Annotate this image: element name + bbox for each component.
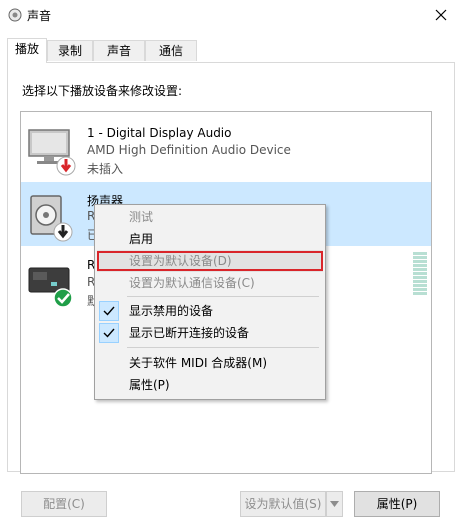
chevron-down-icon: [330, 500, 339, 507]
device-name: 1 - Digital Display Audio: [87, 126, 232, 140]
set-default-dropdown-button[interactable]: [326, 491, 343, 517]
monitor-icon: [28, 129, 76, 176]
tab-playback[interactable]: 播放: [7, 38, 47, 63]
disabled-badge-icon: [53, 222, 73, 242]
tab-communications[interactable]: 通信: [145, 40, 197, 61]
menu-item-set-default-comm-device[interactable]: 设置为默认通信设备(C): [97, 272, 323, 294]
menu-item-about-midi[interactable]: 关于软件 MIDI 合成器(M): [97, 352, 323, 374]
checkmark-icon: [99, 323, 119, 343]
menu-item-show-disabled-devices[interactable]: 显示禁用的设备: [97, 300, 323, 322]
menu-item-show-disconnected-devices[interactable]: 显示已断开连接的设备: [97, 322, 323, 344]
window-title: 声音: [27, 9, 52, 23]
menu-item-enable[interactable]: 启用: [97, 228, 323, 250]
close-button[interactable]: [420, 0, 462, 30]
configure-button[interactable]: 配置(C): [21, 491, 107, 517]
volume-meter: [413, 252, 427, 296]
properties-button[interactable]: 属性(P): [354, 491, 440, 517]
device-item[interactable]: 1 - Digital Display Audio AMD High Defin…: [21, 116, 431, 180]
instruction-text: 选择以下播放设备来修改设置:: [22, 84, 183, 98]
title-bar: 声音: [0, 0, 462, 30]
highlight-annotation: [97, 251, 323, 271]
menu-item-properties[interactable]: 属性(P): [97, 374, 323, 396]
tab-recording[interactable]: 录制: [47, 40, 93, 61]
menu-separator: [127, 347, 319, 348]
device-status: 未插入: [87, 162, 124, 176]
checkmark-icon: [99, 301, 119, 321]
sound-app-icon: [8, 8, 22, 22]
speaker-icon: [30, 195, 73, 242]
digital-output-icon: [28, 267, 73, 308]
default-check-icon: [53, 288, 73, 308]
tab-sounds[interactable]: 声音: [93, 40, 145, 61]
context-menu: 测试 启用 设置为默认设备(D) 设置为默认通信设备(C) 显示禁用的设备 显示…: [94, 204, 326, 400]
menu-separator: [127, 296, 319, 297]
menu-item-test[interactable]: 测试: [97, 206, 323, 228]
unplugged-badge-icon: [56, 156, 76, 176]
set-default-button[interactable]: 设为默认值(S): [240, 491, 326, 517]
device-description: AMD High Definition Audio Device: [87, 143, 291, 157]
close-icon: [435, 9, 447, 21]
